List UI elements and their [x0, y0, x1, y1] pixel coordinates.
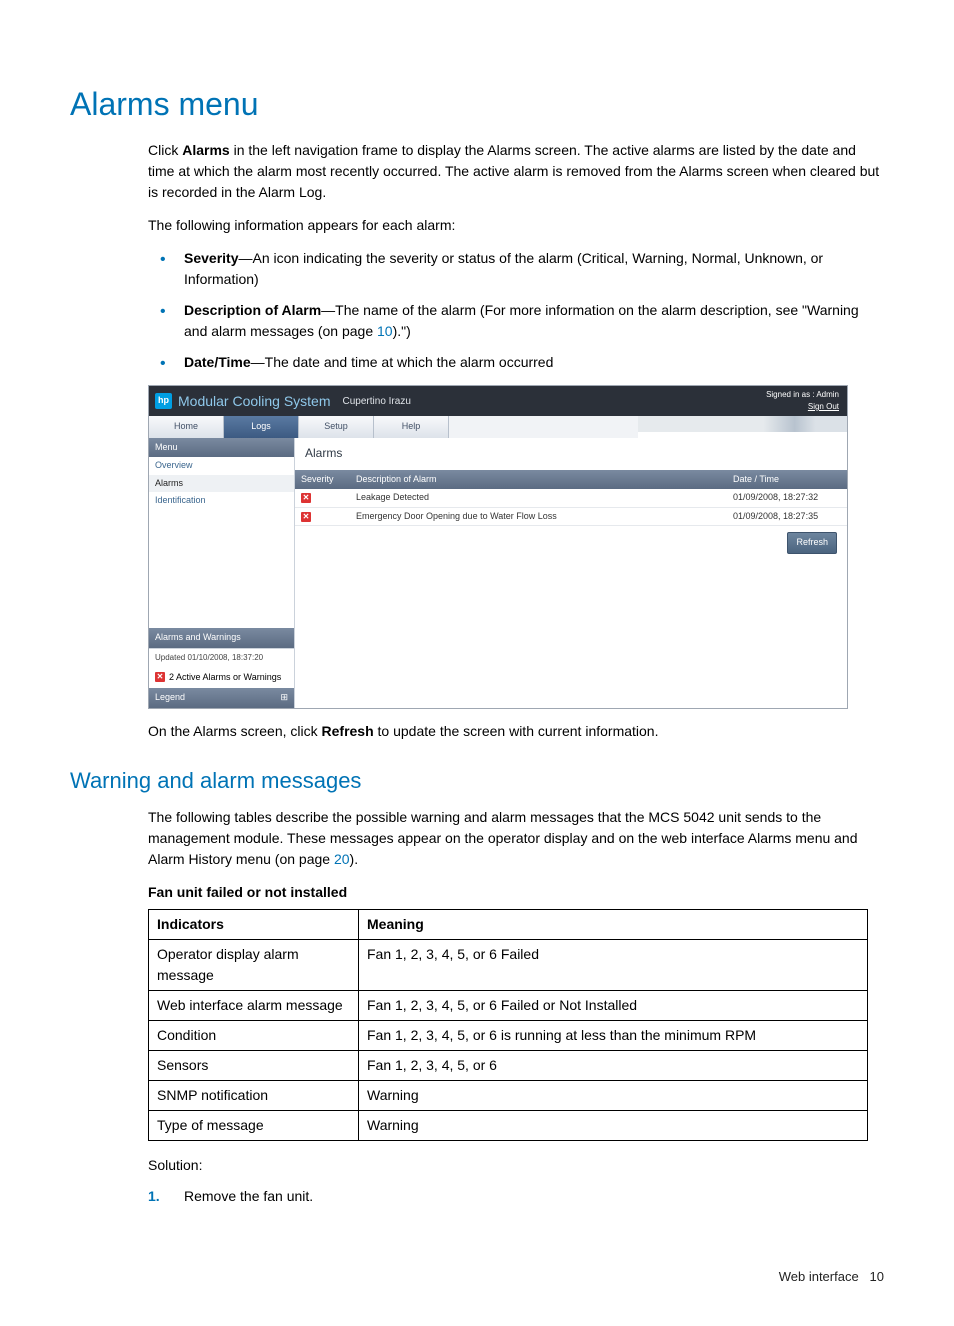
sidebar: Menu Overview Alarms Identification Alar…	[149, 438, 295, 708]
app-title: Modular Cooling System	[178, 391, 331, 412]
sidebar-item-alarms[interactable]: Alarms	[149, 475, 294, 493]
cell-v: Warning	[359, 1110, 868, 1140]
hp-logo-icon: hp	[155, 393, 172, 409]
critical-icon: ✕	[155, 672, 165, 682]
table-row: SensorsFan 1, 2, 3, 4, 5, or 6	[149, 1050, 868, 1080]
sidebar-menu-head: Menu	[149, 438, 294, 458]
table-row: Type of messageWarning	[149, 1110, 868, 1140]
col-severity: Severity	[295, 470, 350, 490]
solution-label: Solution:	[148, 1155, 884, 1176]
critical-icon: ✕	[301, 493, 311, 503]
app-header: hp Modular Cooling System Cupertino Iraz…	[149, 386, 847, 416]
app-screenshot: hp Modular Cooling System Cupertino Iraz…	[148, 385, 848, 709]
table-row: Web interface alarm messageFan 1, 2, 3, …	[149, 990, 868, 1020]
text: ).")	[393, 323, 411, 339]
cell-v: Fan 1, 2, 3, 4, 5, or 6	[359, 1050, 868, 1080]
sidebar-active-alarms: ✕ 2 Active Alarms or Warnings	[149, 667, 294, 689]
th-indicators: Indicators	[149, 909, 359, 939]
intro-paragraph: Click Alarms in the left navigation fram…	[148, 140, 884, 203]
signed-in-as: Signed in as : Admin	[766, 389, 839, 401]
table-row: SNMP notificationWarning	[149, 1080, 868, 1110]
bullet-severity: Severity—An icon indicating the severity…	[148, 248, 884, 290]
text: ).	[350, 851, 359, 867]
alarm-dt: 01/09/2008, 18:27:35	[727, 507, 847, 526]
page-link[interactable]: 10	[377, 323, 393, 339]
sidebar-item-identification[interactable]: Identification	[149, 492, 294, 510]
text: Click	[148, 142, 182, 158]
tab-logs[interactable]: Logs	[224, 416, 299, 438]
bullet-datetime: Date/Time—The date and time at which the…	[148, 352, 884, 373]
tab-home[interactable]: Home	[149, 416, 224, 438]
sidebar-legend[interactable]: Legend ⊞	[149, 688, 294, 708]
info-paragraph: The following information appears for ea…	[148, 215, 884, 236]
cell-k: Sensors	[149, 1050, 359, 1080]
solution-steps: Remove the fan unit.	[148, 1186, 884, 1207]
alarm-table: Severity Description of Alarm Date / Tim…	[295, 470, 847, 527]
refresh-button[interactable]: Refresh	[787, 532, 837, 554]
text: The following tables describe the possib…	[148, 809, 858, 867]
cell-v: Fan 1, 2, 3, 4, 5, or 6 Failed or Not In…	[359, 990, 868, 1020]
text: —An icon indicating the severity or stat…	[184, 250, 823, 287]
refresh-bold: Refresh	[322, 723, 374, 739]
section-title: Warning and alarm messages	[70, 764, 884, 797]
th-meaning: Meaning	[359, 909, 868, 939]
label: Severity	[184, 250, 238, 266]
label: Date/Time	[184, 354, 251, 370]
cell-v: Warning	[359, 1080, 868, 1110]
text: On the Alarms screen, click	[148, 723, 322, 739]
cell-k: Operator display alarm message	[149, 939, 359, 990]
page-title: Alarms menu	[70, 80, 884, 128]
refresh-paragraph: On the Alarms screen, click Refresh to u…	[148, 721, 884, 742]
tab-bar: Home Logs Setup Help	[149, 416, 638, 438]
cell-k: Web interface alarm message	[149, 990, 359, 1020]
tab-help[interactable]: Help	[374, 416, 449, 438]
table-row: ✕ Emergency Door Opening due to Water Fl…	[295, 507, 847, 526]
cell-k: Type of message	[149, 1110, 359, 1140]
main-title: Alarms	[295, 438, 847, 470]
app-subtitle: Cupertino Irazu	[343, 394, 411, 409]
table-row: ✕ Leakage Detected 01/09/2008, 18:27:32	[295, 489, 847, 507]
sign-out-link[interactable]: Sign Out	[766, 401, 839, 413]
cell-k: Condition	[149, 1020, 359, 1050]
sidebar-item-overview[interactable]: Overview	[149, 457, 294, 475]
tab-setup[interactable]: Setup	[299, 416, 374, 438]
cell-v: Fan 1, 2, 3, 4, 5, or 6 Failed	[359, 939, 868, 990]
col-description: Description of Alarm	[350, 470, 727, 490]
col-datetime: Date / Time	[727, 470, 847, 490]
alarm-desc: Leakage Detected	[350, 489, 727, 507]
critical-icon: ✕	[301, 512, 311, 522]
expand-icon: ⊞	[280, 691, 288, 705]
table-row: Operator display alarm messageFan 1, 2, …	[149, 939, 868, 990]
sidebar-aw-head: Alarms and Warnings	[149, 628, 294, 648]
text: in the left navigation frame to display …	[148, 142, 879, 200]
table-title: Fan unit failed or not installed	[148, 882, 884, 903]
label: Description of Alarm	[184, 302, 321, 318]
active-count: 2 Active Alarms or Warnings	[169, 671, 281, 685]
footer-page: 10	[870, 1269, 884, 1284]
step-1: Remove the fan unit.	[148, 1186, 884, 1207]
sidebar-updated: Updated 01/10/2008, 18:37:20	[149, 648, 294, 667]
alarms-bold: Alarms	[182, 142, 229, 158]
text: to update the screen with current inform…	[374, 723, 659, 739]
bullet-description: Description of Alarm—The name of the ala…	[148, 300, 884, 342]
alarm-dt: 01/09/2008, 18:27:32	[727, 489, 847, 507]
alarm-desc: Emergency Door Opening due to Water Flow…	[350, 507, 727, 526]
section-intro: The following tables describe the possib…	[148, 807, 884, 870]
cell-v: Fan 1, 2, 3, 4, 5, or 6 is running at le…	[359, 1020, 868, 1050]
fan-table: Indicators Meaning Operator display alar…	[148, 909, 868, 1141]
page-footer: Web interface 10	[70, 1267, 884, 1287]
header-graphic	[638, 416, 847, 432]
page-link[interactable]: 20	[334, 851, 350, 867]
alarm-fields-list: Severity—An icon indicating the severity…	[148, 248, 884, 373]
cell-k: SNMP notification	[149, 1080, 359, 1110]
main-panel: Alarms Severity Description of Alarm Dat…	[295, 438, 847, 708]
text: —The date and time at which the alarm oc…	[251, 354, 554, 370]
legend-label: Legend	[155, 691, 185, 705]
table-row: ConditionFan 1, 2, 3, 4, 5, or 6 is runn…	[149, 1020, 868, 1050]
footer-label: Web interface	[779, 1269, 859, 1284]
